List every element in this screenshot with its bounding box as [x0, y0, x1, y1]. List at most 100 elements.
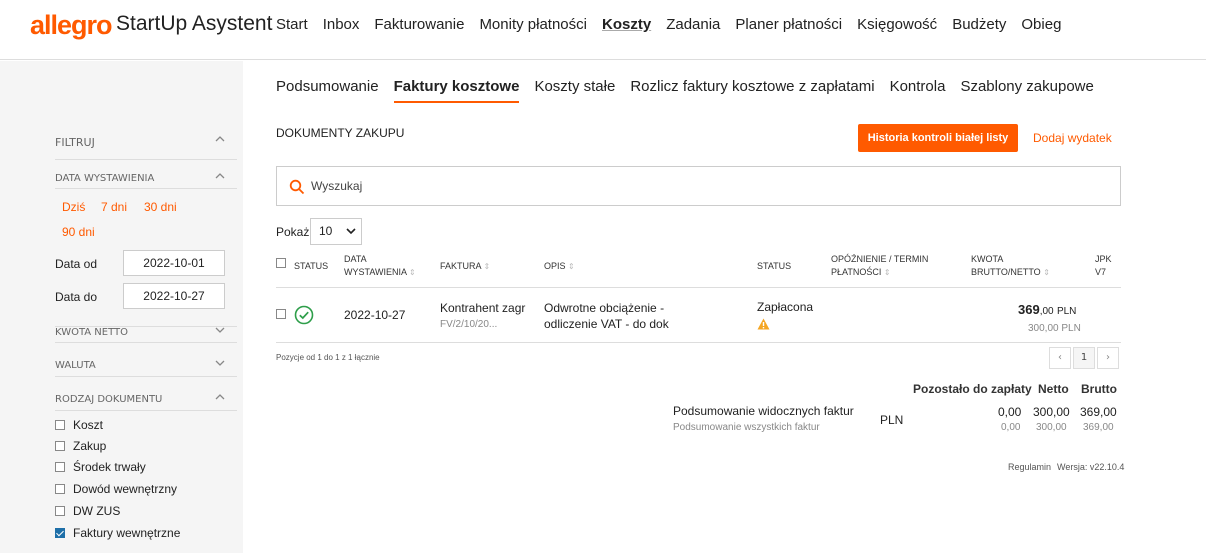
sub-nav: Podsumowanie Faktury kosztowe Koszty sta…	[276, 78, 1109, 103]
search-box[interactable]: Wyszukaj	[276, 166, 1121, 206]
checkbox[interactable]	[55, 506, 65, 516]
date-from-label: Data od	[55, 257, 98, 271]
quick-90-days[interactable]: 90 dni	[62, 225, 95, 239]
chevron-down-icon	[346, 219, 356, 254]
doc-type-dwzus[interactable]: DW ZUS	[55, 504, 120, 518]
currency-header[interactable]: WALUTA	[55, 360, 237, 377]
net-amount-header[interactable]: KWOTA NETTO	[55, 326, 237, 343]
quick-30-days[interactable]: 30 dni	[144, 200, 177, 214]
checkbox-label: Środek trwały	[73, 460, 146, 474]
doc-type-dowod[interactable]: Dowód wewnętrzny	[55, 482, 177, 496]
summary-col-net: Netto	[1038, 382, 1069, 396]
search-icon	[289, 179, 305, 195]
row-gross: 369,00 PLN	[1018, 302, 1077, 317]
row-contractor[interactable]: Kontrahent zagr	[440, 301, 525, 316]
summary-currency: PLN	[880, 413, 904, 427]
nav-fakturowanie[interactable]: Fakturowanie	[374, 16, 464, 33]
search-placeholder: Wyszukaj	[311, 179, 363, 193]
net-amount-title: KWOTA NETTO	[55, 327, 129, 338]
row-desc-2: odliczenie VAT - do dok	[544, 317, 669, 331]
col-invoice[interactable]: FAKTURA ⇕	[440, 260, 490, 273]
history-button[interactable]: Historia kontroli białej listy	[858, 124, 1018, 152]
nav-inbox[interactable]: Inbox	[323, 16, 360, 33]
filter-header[interactable]: FILTRUJ	[55, 136, 237, 160]
doc-type-faktury-wewn[interactable]: Faktury wewnętrzne	[55, 526, 180, 540]
col-description[interactable]: OPIS ⇕	[544, 260, 575, 273]
checkbox[interactable]	[55, 484, 65, 494]
tab-faktury-kosztowe[interactable]: Faktury kosztowe	[393, 78, 520, 103]
row-invoice-no: FV/2/10/20...	[440, 319, 498, 330]
summary-all-remaining: 0,00	[1001, 422, 1021, 433]
nav-koszty[interactable]: Koszty	[602, 16, 651, 33]
checkbox-label: Koszt	[73, 418, 104, 432]
allegro-logo[interactable]: allegro	[30, 10, 113, 41]
check-circle-icon	[294, 305, 314, 325]
select-all-checkbox[interactable]	[276, 258, 294, 268]
chevron-down-icon	[215, 358, 225, 371]
doc-type-title: RODZAJ DOKUMENTU	[55, 394, 163, 405]
nav-budzety[interactable]: Budżety	[952, 16, 1006, 33]
quick-7-days[interactable]: 7 dni	[101, 200, 127, 214]
version-label: Wersja: v22.10.4	[1057, 462, 1125, 472]
filter-title: FILTRUJ	[55, 136, 95, 149]
nav-monity[interactable]: Monity płatności	[479, 16, 587, 33]
col-date[interactable]: DATA WYSTAWIENIA ⇕	[344, 253, 416, 279]
tab-szablony[interactable]: Szablony zakupowe	[960, 78, 1093, 103]
nav-obieg[interactable]: Obieg	[1021, 16, 1061, 33]
page-next-button[interactable]: ›	[1097, 347, 1119, 369]
checkbox[interactable]	[276, 309, 286, 319]
col-jpk[interactable]: JPK V7	[1095, 253, 1112, 279]
checkbox-checked[interactable]	[55, 528, 65, 538]
col-status[interactable]: STATUS	[294, 260, 328, 273]
checkbox[interactable]	[55, 462, 65, 472]
col-status-payment[interactable]: STATUS	[757, 260, 791, 273]
nav-start[interactable]: Start	[276, 16, 308, 33]
tab-podsumowanie[interactable]: Podsumowanie	[276, 78, 379, 103]
date-to-input[interactable]: 2022-10-27	[123, 283, 225, 309]
app-name: StartUp Asystent	[116, 12, 273, 35]
summary-col-remaining: Pozostało do zapłaty	[913, 382, 1032, 396]
row-divider	[276, 342, 1121, 343]
chevron-up-icon	[215, 134, 225, 147]
quick-today[interactable]: Dziś	[62, 200, 85, 214]
page-size-value: 10	[319, 224, 333, 238]
summary-all-gross: 369,00	[1083, 422, 1114, 433]
chevron-up-icon	[215, 392, 225, 405]
page-size-select[interactable]: 10	[310, 218, 362, 245]
tab-rozlicz[interactable]: Rozlicz faktury kosztowe z zapłatami	[630, 78, 874, 103]
checkbox[interactable]	[276, 258, 286, 268]
header-divider	[276, 287, 1121, 288]
warning-icon	[757, 318, 770, 330]
doc-type-koszt[interactable]: Koszt	[55, 418, 103, 432]
nav-ksiegowosc[interactable]: Księgowość	[857, 16, 937, 33]
page-size-label: Pokaż	[276, 225, 310, 239]
checkbox-label: Zakup	[73, 439, 107, 453]
row-checkbox[interactable]	[276, 309, 294, 319]
page-prev-button[interactable]: ‹	[1049, 347, 1071, 369]
section-title: DOKUMENTY ZAKUPU	[276, 126, 405, 140]
row-net: 300,00 PLN	[1028, 323, 1081, 334]
chevron-up-icon	[215, 171, 225, 184]
date-section-title: DATA WYSTAWIENIA	[55, 173, 155, 184]
checkbox[interactable]	[55, 441, 65, 451]
col-amount[interactable]: KWOTA BRUTTO/NETTO ⇕	[971, 253, 1050, 279]
col-delay[interactable]: OPÓŹNIENIE / TERMIN PŁATNOŚCI ⇕	[831, 253, 928, 279]
summary-all-label: Podsumowanie wszystkich faktur	[673, 422, 820, 433]
chevron-down-icon	[215, 325, 225, 338]
nav-zadania[interactable]: Zadania	[666, 16, 720, 33]
summary-visible-remaining: 0,00	[998, 405, 1022, 419]
terms-link[interactable]: Regulamin	[1008, 462, 1051, 472]
tab-koszty-stale[interactable]: Koszty stałe	[534, 78, 615, 103]
row-desc-1: Odwrotne obciążenie -	[544, 301, 665, 315]
doc-type-header[interactable]: RODZAJ DOKUMENTU	[55, 394, 237, 411]
date-section-header[interactable]: DATA WYSTAWIENIA	[55, 173, 237, 189]
doc-type-srodek[interactable]: Środek trwały	[55, 460, 146, 474]
checkbox[interactable]	[55, 420, 65, 430]
add-expense-link[interactable]: Dodaj wydatek	[1033, 131, 1112, 145]
page-current-button[interactable]: 1	[1073, 347, 1095, 369]
summary-all-net: 300,00	[1036, 422, 1067, 433]
doc-type-zakup[interactable]: Zakup	[55, 439, 106, 453]
tab-kontrola[interactable]: Kontrola	[890, 78, 946, 103]
nav-planer[interactable]: Planer płatności	[735, 16, 842, 33]
date-from-input[interactable]: 2022-10-01	[123, 250, 225, 276]
